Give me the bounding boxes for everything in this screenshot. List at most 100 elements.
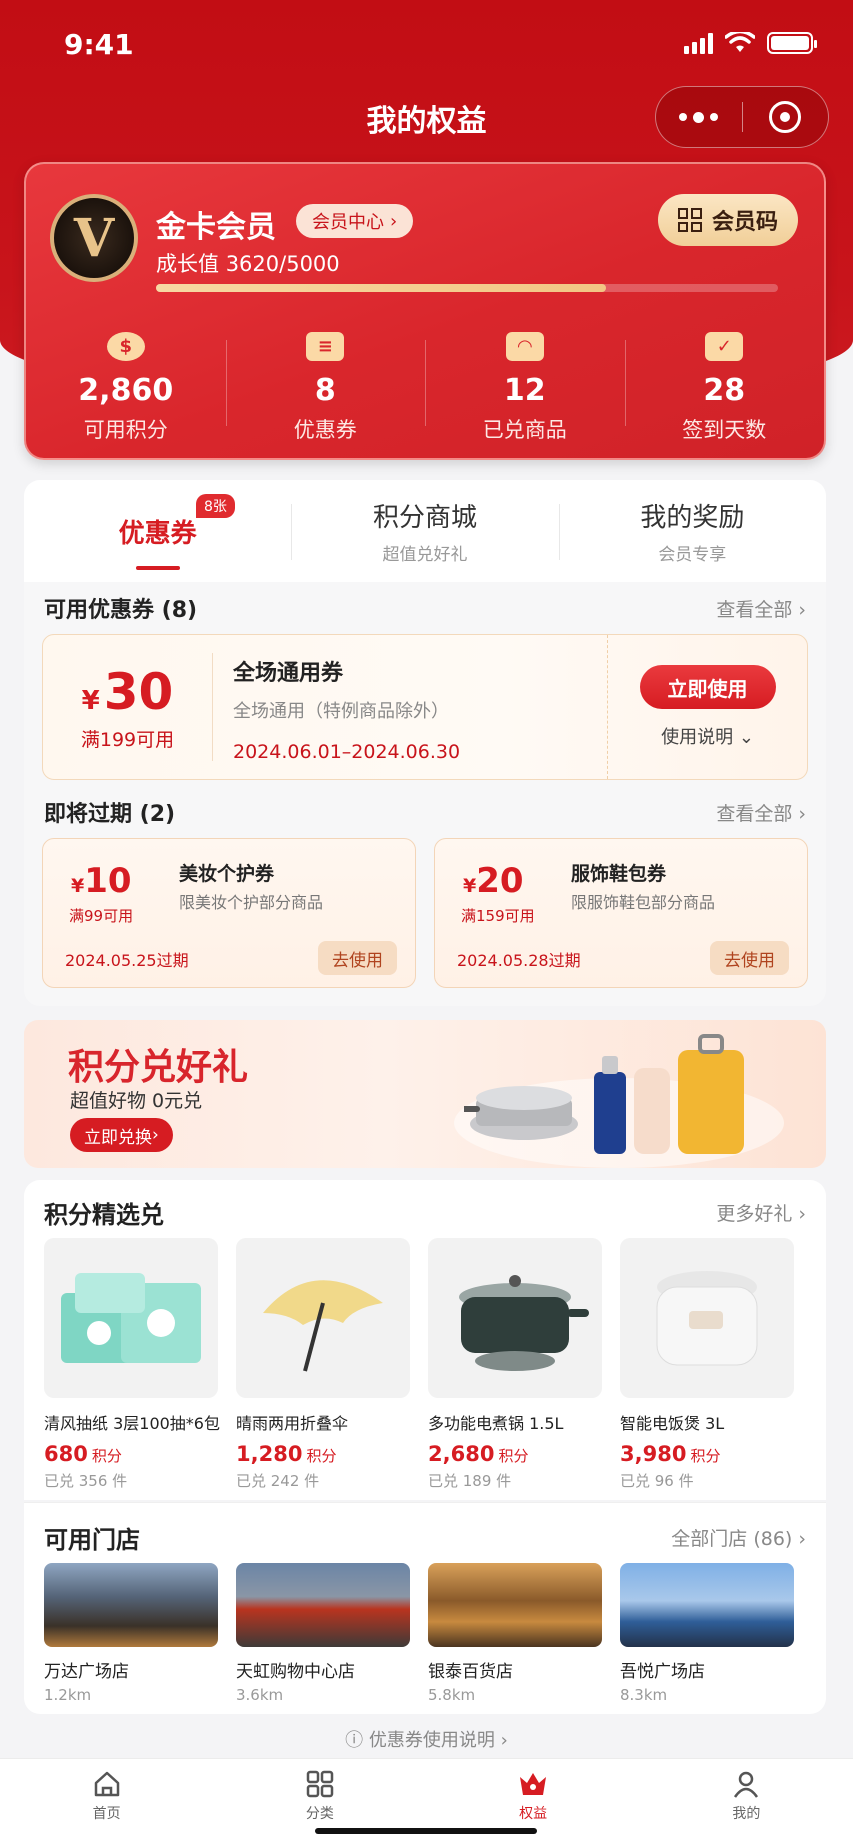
points-exchange-banner[interactable]: 积分兑好礼 超值好物 0元兑 立即兑换 › [24, 1020, 826, 1168]
tab-coupons[interactable]: 优惠券 8张 [24, 480, 291, 582]
coupon-name: 美妆个护券 [179, 863, 275, 885]
stores-section: 可用门店 全部门店 (86) › 万达广场店 1.2km 天虹购物中心店 3.6… [24, 1502, 826, 1714]
price-unit: 积分 [91, 1447, 122, 1465]
close-miniprogram-button[interactable] [743, 87, 829, 147]
available-coupons-header: 可用优惠券 (8) 查看全部 › [24, 582, 826, 634]
hot-pot-image [459, 1275, 589, 1371]
price-value: 1,280 [236, 1442, 303, 1466]
member-code-label: 会员码 [711, 210, 778, 235]
chevron-right-icon: › [798, 1202, 806, 1225]
coupon-help-link[interactable]: ⓘ 优惠券使用说明 › [0, 1726, 853, 1752]
tab-points-mall[interactable]: 积分商城 超值兑好礼 [291, 480, 558, 582]
section-title: 即将过期 (2) [44, 802, 176, 827]
growth-text: 成长值 3620/5000 [156, 248, 340, 278]
store-grid: 万达广场店 1.2km 天虹购物中心店 3.6km 银泰百货店 5.8km 吾悦… [24, 1563, 826, 1704]
battery-icon [767, 32, 817, 54]
price-value: 2,680 [428, 1442, 495, 1466]
stat-label: 优惠券 [293, 418, 357, 442]
ticket-icon: ≡ [306, 332, 345, 361]
amount-number: 20 [476, 861, 524, 901]
stores-header: 可用门店 全部门店 (86) › [24, 1503, 826, 1563]
signal-icon [684, 32, 713, 54]
stat-coupons[interactable]: ≡ 8 优惠券 [225, 304, 426, 444]
product-name: 多功能电煮锅 1.5L [428, 1414, 564, 1433]
product-card[interactable]: 清风抽纸 3层100抽*6包 680 积分 已兑 356 件 [44, 1238, 220, 1491]
section-title: 积分精选兑 [44, 1200, 164, 1229]
member-code-button[interactable]: 会员码 [657, 194, 798, 246]
product-card[interactable]: 晴雨两用折叠伞 1,280 积分 已兑 242 件 [236, 1238, 410, 1491]
qr-code-icon [677, 208, 702, 232]
tab-subtitle: 超值兑好礼 [382, 545, 468, 565]
coupon-info: 全场通用券 全场通用（特例商品除外） 2024.06.01–2024.06.30 [213, 635, 607, 779]
expiring-header: 即将过期 (2) 查看全部 › [24, 786, 826, 838]
store-card[interactable]: 银泰百货店 5.8km [428, 1563, 602, 1704]
store-card[interactable]: 吾悦广场店 8.3km [620, 1563, 794, 1704]
chevron-right-icon: › [798, 1527, 806, 1550]
banner-title: 积分兑好礼 [68, 1047, 249, 1088]
rice-cooker-image [656, 1271, 758, 1366]
more-gifts-link[interactable]: 更多好礼 › [716, 1199, 806, 1226]
go-use-button[interactable]: 去使用 [710, 941, 789, 975]
amount-number: 10 [84, 861, 132, 901]
use-now-button[interactable]: 立即使用 [639, 665, 776, 709]
stat-value: 12 [503, 373, 546, 408]
coupon-actions: 立即使用 使用说明 ⌄ [607, 635, 807, 779]
view-all-label: 查看全部 [716, 802, 793, 825]
target-icon [769, 101, 802, 133]
growth-progress-fill [156, 284, 607, 292]
miniprogram-capsule [655, 86, 829, 148]
store-name: 天虹购物中心店 [236, 1662, 355, 1682]
all-stores-link[interactable]: 全部门店 (86) › [671, 1524, 806, 1551]
tab-my-rewards[interactable]: 我的奖励 会员专享 [558, 480, 826, 582]
tissue-pack-image [61, 1273, 201, 1363]
stat-redeemed[interactable]: ◠ 12 已兑商品 [425, 304, 625, 444]
coupon-condition: 满199可用 [80, 728, 175, 751]
member-level: 金卡会员 [156, 210, 276, 245]
more-menu-button[interactable] [656, 87, 742, 147]
store-image [620, 1563, 794, 1647]
stat-value: 2,860 [78, 373, 174, 408]
store-card[interactable]: 万达广场店 1.2km [44, 1563, 218, 1704]
usage-notes-label: 使用说明 [661, 727, 734, 748]
product-sold: 已兑 189 件 [428, 1472, 512, 1490]
crown-icon [520, 1773, 547, 1795]
product-card[interactable]: 多功能电煮锅 1.5L 2,680 积分 已兑 189 件 [428, 1238, 602, 1491]
product-card[interactable]: 智能电饭煲 3L 3,980 积分 已兑 96 件 [620, 1238, 794, 1491]
coupon-card[interactable]: ¥30 满199可用 全场通用券 全场通用（特例商品除外） 2024.06.01… [42, 634, 808, 780]
product-image [44, 1238, 218, 1398]
stat-label: 已兑商品 [482, 418, 567, 442]
tabbar-home[interactable]: 首页 [0, 1759, 213, 1844]
product-price: 2,680 积分 [428, 1442, 602, 1466]
view-all-link[interactable]: 查看全部 › [716, 595, 806, 622]
coupon-validity: 2024.06.01–2024.06.30 [233, 741, 461, 763]
growth-value: 3620/5000 [225, 252, 340, 276]
coupon-amount: ¥30 [82, 663, 174, 721]
chevron-right-icon: › [500, 1730, 508, 1751]
currency-symbol: ¥ [463, 875, 477, 897]
store-image [428, 1563, 602, 1647]
stat-points[interactable]: $ 2,860 可用积分 [26, 304, 226, 444]
store-card[interactable]: 天虹购物中心店 3.6km [236, 1563, 410, 1704]
coupon-panel: 优惠券 8张 积分商城 超值兑好礼 我的奖励 会员专享 可用优惠券 (8) 查看… [24, 480, 826, 1006]
tabbar-mine[interactable]: 我的 [640, 1759, 853, 1844]
home-indicator [315, 1828, 537, 1834]
redeem-now-button[interactable]: 立即兑换 › [70, 1118, 173, 1152]
coupon-desc: 限美妆个护部分商品 [179, 893, 324, 912]
price-unit: 积分 [306, 1447, 337, 1465]
product-image [620, 1238, 794, 1398]
price-unit: 积分 [690, 1447, 721, 1465]
go-use-button[interactable]: 去使用 [318, 941, 397, 975]
user-icon [734, 1771, 759, 1798]
product-image [428, 1238, 602, 1398]
view-all-link[interactable]: 查看全部 › [716, 799, 806, 826]
usage-notes-toggle[interactable]: 使用说明 ⌄ [661, 723, 754, 749]
coupon-value: ¥30 满199可用 [43, 653, 213, 761]
coupon-card[interactable]: ¥20 满159可用 服饰鞋包券 限服饰鞋包部分商品 2024.05.28过期 … [434, 838, 808, 988]
price-value: 3,980 [620, 1442, 687, 1466]
stat-checkin[interactable]: ✓ 28 签到天数 [624, 304, 825, 444]
member-center-link[interactable]: 会员中心 › [296, 204, 414, 238]
coupon-card[interactable]: ¥10 满99可用 美妆个护券 限美妆个护部分商品 2024.05.25过期 去… [42, 838, 416, 988]
vip-badge-icon: V [50, 194, 138, 282]
tab-title: 积分商城 [372, 503, 477, 533]
product-name: 清风抽纸 3层100抽*6包 [44, 1414, 220, 1433]
